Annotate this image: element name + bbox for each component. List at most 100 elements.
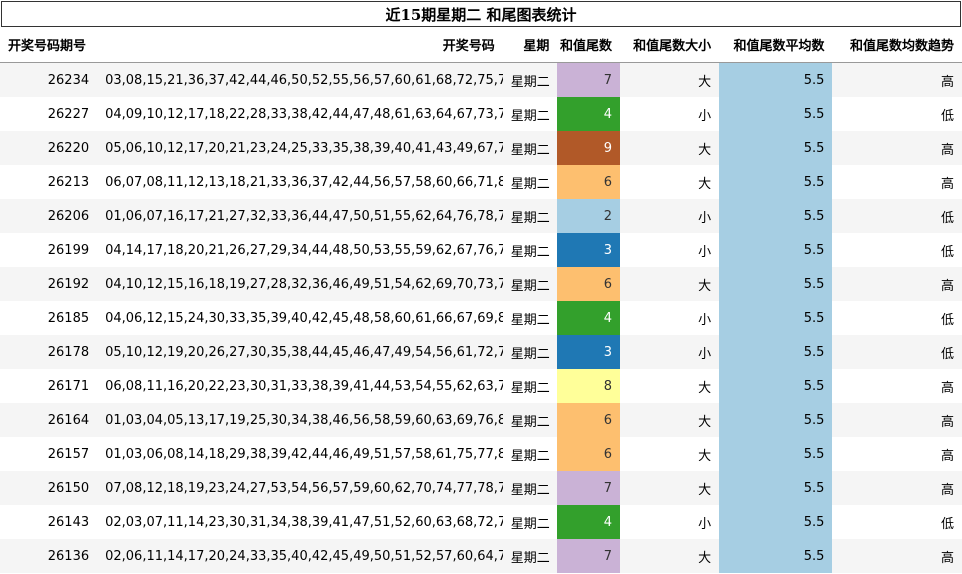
table-header: 开奖号码期号 开奖号码 星期 和值尾数 和值尾数大小 和值尾数平均数 和值尾数均… bbox=[0, 27, 962, 63]
cell-issue: 26136 bbox=[0, 539, 98, 573]
cell-weekday: 星期二 bbox=[502, 97, 558, 131]
cell-tail: 6 bbox=[557, 267, 621, 301]
table-row: 26213 06,07,08,11,12,13,18,21,33,36,37,42… bbox=[0, 165, 962, 199]
cell-numbers: 04,10,12,15,16,18,19,27,28,32,36,46,49,5… bbox=[97, 267, 503, 301]
cell-avg: 5.5 bbox=[719, 199, 833, 233]
cell-size: 大 bbox=[620, 539, 720, 573]
cell-tail: 3 bbox=[557, 335, 621, 369]
cell-avg: 5.5 bbox=[719, 369, 833, 403]
cell-issue: 26150 bbox=[0, 471, 98, 505]
cell-size: 大 bbox=[620, 471, 720, 505]
cell-weekday: 星期二 bbox=[502, 471, 558, 505]
cell-issue: 26206 bbox=[0, 199, 98, 233]
cell-issue: 26157 bbox=[0, 437, 98, 471]
table-row: 26206 01,06,07,16,17,21,27,32,33,36,44,47… bbox=[0, 199, 962, 233]
cell-issue: 26227 bbox=[0, 97, 98, 131]
stats-page: 近15期星期二 和尾图表统计 开奖号码期号 开奖号码 星期 和值尾数 和值尾数大… bbox=[0, 1, 962, 574]
cell-numbers: 04,09,10,12,17,18,22,28,33,38,42,44,47,4… bbox=[97, 97, 503, 131]
cell-trend: 低 bbox=[832, 97, 962, 131]
cell-tail: 4 bbox=[557, 301, 621, 335]
cell-size: 大 bbox=[620, 437, 720, 471]
cell-weekday: 星期二 bbox=[502, 369, 558, 403]
cell-tail: 6 bbox=[557, 165, 621, 199]
cell-size: 小 bbox=[620, 301, 720, 335]
cell-numbers: 06,08,11,16,20,22,23,30,31,33,38,39,41,4… bbox=[97, 369, 503, 403]
cell-avg: 5.5 bbox=[719, 539, 833, 573]
cell-issue: 26178 bbox=[0, 335, 98, 369]
cell-weekday: 星期二 bbox=[502, 539, 558, 573]
cell-weekday: 星期二 bbox=[502, 301, 558, 335]
table-row: 26150 07,08,12,18,19,23,24,27,53,54,56,57… bbox=[0, 471, 962, 505]
cell-weekday: 星期二 bbox=[502, 335, 558, 369]
cell-trend: 低 bbox=[832, 301, 962, 335]
cell-trend: 高 bbox=[832, 267, 962, 301]
cell-numbers: 02,03,07,11,14,23,30,31,34,38,39,41,47,5… bbox=[97, 505, 503, 539]
page-title: 近15期星期二 和尾图表统计 bbox=[1, 1, 961, 27]
cell-issue: 26164 bbox=[0, 403, 98, 437]
header-row: 开奖号码期号 开奖号码 星期 和值尾数 和值尾数大小 和值尾数平均数 和值尾数均… bbox=[0, 27, 962, 63]
cell-numbers: 02,06,11,14,17,20,24,33,35,40,42,45,49,5… bbox=[97, 539, 503, 573]
cell-avg: 5.5 bbox=[719, 437, 833, 471]
cell-issue: 26234 bbox=[0, 62, 98, 97]
cell-numbers: 05,06,10,12,17,20,21,23,24,25,33,35,38,3… bbox=[97, 131, 503, 165]
cell-numbers: 03,08,15,21,36,37,42,44,46,50,52,55,56,5… bbox=[97, 62, 503, 97]
cell-avg: 5.5 bbox=[719, 335, 833, 369]
cell-weekday: 星期二 bbox=[502, 233, 558, 267]
cell-weekday: 星期二 bbox=[502, 165, 558, 199]
cell-size: 小 bbox=[620, 233, 720, 267]
cell-issue: 26220 bbox=[0, 131, 98, 165]
cell-avg: 5.5 bbox=[719, 301, 833, 335]
cell-numbers: 01,06,07,16,17,21,27,32,33,36,44,47,50,5… bbox=[97, 199, 503, 233]
header-numbers: 开奖号码 bbox=[97, 27, 503, 63]
table-row: 26185 04,06,12,15,24,30,33,35,39,40,42,45… bbox=[0, 301, 962, 335]
cell-trend: 高 bbox=[832, 471, 962, 505]
cell-avg: 5.5 bbox=[719, 131, 833, 165]
cell-weekday: 星期二 bbox=[502, 505, 558, 539]
table-row: 26199 04,14,17,18,20,21,26,27,29,34,44,48… bbox=[0, 233, 962, 267]
header-weekday: 星期 bbox=[502, 27, 558, 63]
table-row: 26171 06,08,11,16,20,22,23,30,31,33,38,39… bbox=[0, 369, 962, 403]
cell-weekday: 星期二 bbox=[502, 437, 558, 471]
cell-tail: 4 bbox=[557, 505, 621, 539]
cell-weekday: 星期二 bbox=[502, 62, 558, 97]
cell-avg: 5.5 bbox=[719, 97, 833, 131]
cell-avg: 5.5 bbox=[719, 267, 833, 301]
cell-numbers: 01,03,06,08,14,18,29,38,39,42,44,46,49,5… bbox=[97, 437, 503, 471]
cell-issue: 26143 bbox=[0, 505, 98, 539]
cell-tail: 3 bbox=[557, 233, 621, 267]
table-row: 26178 05,10,12,19,20,26,27,30,35,38,44,45… bbox=[0, 335, 962, 369]
cell-tail: 2 bbox=[557, 199, 621, 233]
table-row: 26227 04,09,10,12,17,18,22,28,33,38,42,44… bbox=[0, 97, 962, 131]
cell-numbers: 01,03,04,05,13,17,19,25,30,34,38,46,56,5… bbox=[97, 403, 503, 437]
cell-issue: 26213 bbox=[0, 165, 98, 199]
cell-tail: 7 bbox=[557, 471, 621, 505]
table-row: 26220 05,06,10,12,17,20,21,23,24,25,33,35… bbox=[0, 131, 962, 165]
cell-numbers: 04,14,17,18,20,21,26,27,29,34,44,48,50,5… bbox=[97, 233, 503, 267]
stats-table: 开奖号码期号 开奖号码 星期 和值尾数 和值尾数大小 和值尾数平均数 和值尾数均… bbox=[0, 27, 962, 573]
header-trend: 和值尾数均数趋势 bbox=[832, 27, 962, 63]
cell-numbers: 06,07,08,11,12,13,18,21,33,36,37,42,44,5… bbox=[97, 165, 503, 199]
cell-tail: 6 bbox=[557, 437, 621, 471]
cell-avg: 5.5 bbox=[719, 505, 833, 539]
cell-trend: 低 bbox=[832, 233, 962, 267]
cell-tail: 4 bbox=[557, 97, 621, 131]
cell-issue: 26171 bbox=[0, 369, 98, 403]
header-avg: 和值尾数平均数 bbox=[719, 27, 833, 63]
cell-tail: 8 bbox=[557, 369, 621, 403]
table-row: 26192 04,10,12,15,16,18,19,27,28,32,36,46… bbox=[0, 267, 962, 301]
cell-weekday: 星期二 bbox=[502, 199, 558, 233]
cell-tail: 6 bbox=[557, 403, 621, 437]
header-issue: 开奖号码期号 bbox=[0, 27, 98, 63]
table-body: 26234 03,08,15,21,36,37,42,44,46,50,52,55… bbox=[0, 62, 962, 573]
cell-avg: 5.5 bbox=[719, 165, 833, 199]
cell-issue: 26192 bbox=[0, 267, 98, 301]
cell-avg: 5.5 bbox=[719, 233, 833, 267]
header-tail: 和值尾数 bbox=[557, 27, 621, 63]
cell-trend: 高 bbox=[832, 165, 962, 199]
cell-size: 小 bbox=[620, 505, 720, 539]
cell-trend: 高 bbox=[832, 437, 962, 471]
cell-avg: 5.5 bbox=[719, 471, 833, 505]
cell-size: 大 bbox=[620, 62, 720, 97]
cell-tail: 7 bbox=[557, 62, 621, 97]
table-row: 26157 01,03,06,08,14,18,29,38,39,42,44,46… bbox=[0, 437, 962, 471]
